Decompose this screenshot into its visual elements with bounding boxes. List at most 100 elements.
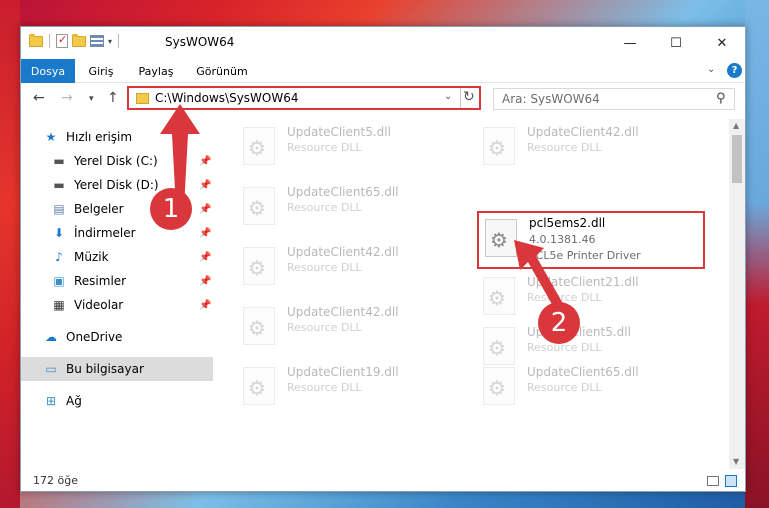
gear-icon: ⚙ (488, 136, 506, 160)
sidebar-item-network[interactable]: ⊞ Ağ (21, 389, 213, 413)
file-description: Resource DLL (287, 381, 362, 394)
dll-file-icon: ⚙ (483, 127, 515, 165)
up-arrow-icon[interactable]: ↑ (107, 90, 119, 106)
scroll-down-arrow-icon[interactable]: ▼ (733, 457, 739, 466)
sidebar-item-label: Ağ (66, 394, 82, 408)
file-item[interactable]: ⚙ UpdateClient65.dll Resource DLL (221, 179, 451, 227)
properties-icon[interactable] (90, 35, 104, 47)
step-1-badge: 1 (150, 188, 192, 230)
cloud-icon: ☁ (45, 330, 57, 344)
desktop-background-left (0, 0, 20, 508)
file-item[interactable]: ⚙ UpdateClient65.dll Resource DLL (461, 359, 691, 407)
gear-icon: ⚙ (488, 336, 506, 360)
gear-icon: ⚙ (488, 376, 506, 400)
scroll-up-arrow-icon[interactable]: ▲ (733, 121, 739, 130)
step-2-badge: 2 (538, 302, 580, 344)
file-description: Resource DLL (287, 141, 362, 154)
network-icon: ⊞ (45, 394, 57, 408)
sidebar-item-pictures[interactable]: ▣ Resimler 📌 (21, 269, 213, 293)
sidebar-item-onedrive[interactable]: ☁ OneDrive (21, 325, 213, 349)
maximize-button[interactable]: ☐ (653, 27, 699, 59)
properties-check-icon[interactable] (56, 33, 68, 48)
sidebar-item-label: OneDrive (66, 330, 123, 344)
file-item[interactable]: ⚙ UpdateClient19.dll Resource DLL (221, 359, 451, 407)
gear-icon: ⚙ (248, 196, 266, 220)
close-button[interactable]: ✕ (699, 27, 745, 59)
quick-access-toolbar: ▾ (29, 33, 121, 48)
sidebar-item-label: Müzik (74, 250, 109, 264)
pin-icon[interactable]: 📌 (199, 276, 211, 287)
file-description: Resource DLL (287, 321, 362, 334)
file-item[interactable]: ⚙ UpdateClient5.dll Resource DLL (221, 119, 451, 167)
file-name: UpdateClient65.dll (287, 185, 399, 199)
sidebar-item-label: Yerel Disk (D:) (74, 178, 159, 192)
minimize-button[interactable]: — (607, 27, 653, 59)
file-name: UpdateClient19.dll (287, 365, 399, 379)
file-name: UpdateClient42.dll (287, 305, 399, 319)
sidebar-item-label: Resimler (74, 274, 127, 288)
dll-file-icon: ⚙ (483, 367, 515, 405)
sidebar-item-label: Videolar (74, 298, 124, 312)
tiles-view-icon[interactable] (725, 475, 737, 487)
back-arrow-icon[interactable]: ← (33, 90, 45, 106)
expand-ribbon-chevron-icon[interactable]: ⌄ (707, 64, 715, 75)
drive-icon: ▬ (53, 178, 65, 192)
recent-locations-chevron-icon[interactable]: ▾ (89, 94, 94, 104)
computer-icon: ▭ (45, 362, 57, 376)
gear-icon: ⚙ (248, 316, 266, 340)
details-view-icon[interactable] (707, 476, 719, 486)
pictures-icon: ▣ (53, 274, 65, 288)
customize-toolbar-chevron-icon[interactable]: ▾ (108, 37, 112, 46)
tab-share[interactable]: Paylaş (131, 59, 181, 83)
pin-icon[interactable]: 📌 (199, 300, 211, 311)
dll-file-icon: ⚙ (243, 247, 275, 285)
folder-icon[interactable] (29, 33, 43, 47)
address-divider (460, 88, 461, 108)
forward-arrow-icon[interactable]: → (61, 90, 73, 106)
sidebar-item-this-pc[interactable]: ▭ Bu bilgisayar (21, 357, 213, 381)
file-description: Resource DLL (527, 141, 602, 154)
gear-icon: ⚙ (248, 136, 266, 160)
file-name: UpdateClient42.dll (527, 125, 639, 139)
item-count: 172 öğe (33, 474, 78, 487)
tab-view[interactable]: Görünüm (191, 59, 253, 83)
vertical-scrollbar[interactable]: ▲ ▼ (729, 119, 745, 469)
file-description: Resource DLL (287, 201, 362, 214)
videos-icon: ▦ (53, 298, 65, 312)
documents-icon: ▤ (53, 202, 65, 216)
file-name: UpdateClient5.dll (287, 125, 391, 139)
tab-file[interactable]: Dosya (21, 59, 75, 83)
new-folder-icon[interactable] (72, 33, 86, 47)
file-list: ⚙ UpdateClient5.dll Resource DLL ⚙ Updat… (221, 119, 729, 469)
address-history-chevron-icon[interactable]: ⌄ (444, 91, 452, 102)
file-description: Resource DLL (527, 381, 602, 394)
pin-icon[interactable]: 📌 (199, 252, 211, 263)
title-bar: ▾ SysWOW64 — ☐ ✕ (21, 27, 745, 59)
file-item[interactable]: ⚙ UpdateClient42.dll Resource DLL (221, 239, 451, 287)
help-icon[interactable]: ? (727, 63, 742, 78)
window-title: SysWOW64 (165, 35, 235, 49)
toolbar-divider (118, 34, 120, 48)
pin-icon[interactable]: 📌 (199, 228, 211, 239)
drive-icon: ▬ (53, 154, 65, 168)
refresh-icon[interactable]: ↻ (463, 89, 475, 105)
search-icon[interactable]: ⚲ (716, 91, 726, 106)
search-input[interactable]: Ara: SysWOW64 ⚲ (493, 88, 735, 110)
dll-file-icon: ⚙ (243, 307, 275, 345)
ribbon-tabs: Dosya Giriş Paylaş Görünüm ⌄ ? (21, 59, 745, 83)
file-name: UpdateClient65.dll (527, 365, 639, 379)
file-item[interactable]: ⚙ UpdateClient42.dll Resource DLL (221, 299, 451, 347)
tab-home[interactable]: Giriş (81, 59, 121, 83)
file-item[interactable]: ⚙ UpdateClient42.dll Resource DLL (461, 119, 691, 167)
sidebar-item-videos[interactable]: ▦ Videolar 📌 (21, 293, 213, 317)
scrollbar-thumb[interactable] (732, 135, 742, 183)
file-name: pcl5ems2.dll (529, 216, 606, 230)
search-placeholder: Ara: SysWOW64 (502, 92, 600, 106)
sidebar-item-label: Hızlı erişim (66, 130, 133, 144)
sidebar-item-label: Belgeler (74, 202, 124, 216)
sidebar-item-music[interactable]: ♪ Müzik 📌 (21, 245, 213, 269)
download-icon: ⬇ (53, 226, 65, 240)
gear-icon: ⚙ (248, 256, 266, 280)
toolbar-divider (49, 34, 50, 48)
dll-file-icon: ⚙ (243, 367, 275, 405)
